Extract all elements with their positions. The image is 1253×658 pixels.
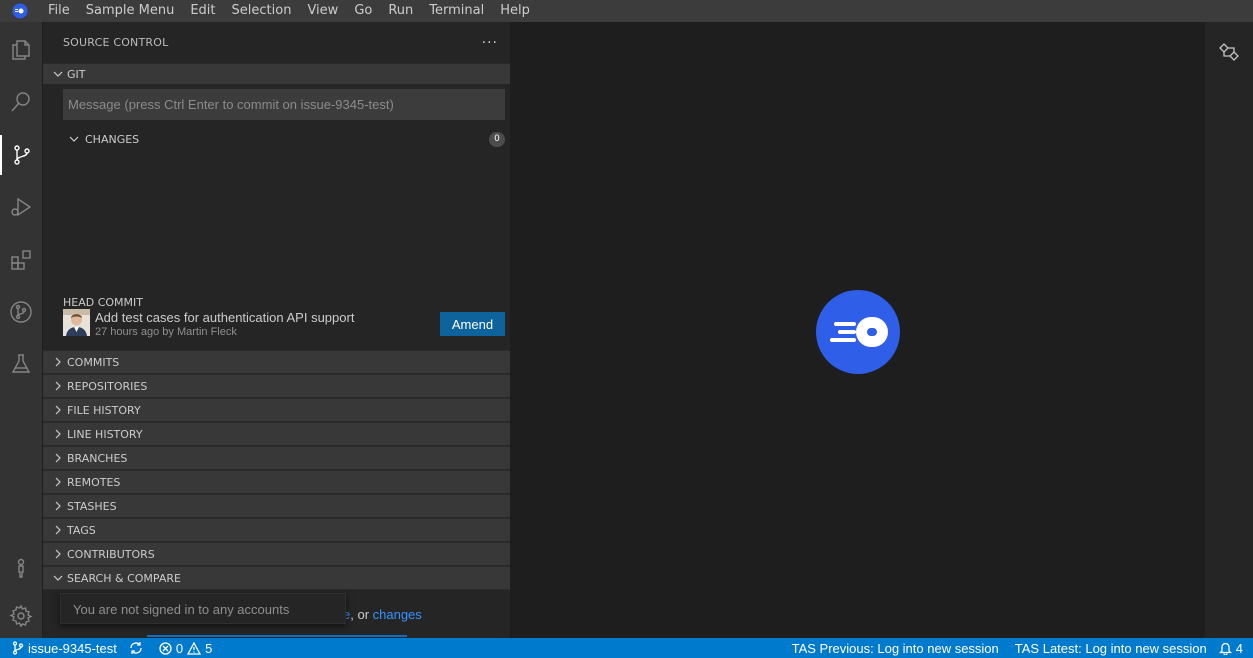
search-icon[interactable] [0,82,42,122]
changes-label: CHANGES [85,132,140,146]
chevron-right-icon [49,405,67,415]
section-label: BRANCHES [67,451,128,465]
warning-count: 5 [205,640,213,656]
chevron-down-icon [49,69,67,79]
activity-bar [0,22,42,638]
git-panel: CHANGES 0 HEAD COMMIT Add test cases for… [43,84,510,350]
explorer-icon[interactable] [0,30,42,70]
section-contributors[interactable]: CONTRIBUTORS [43,542,510,566]
section-line-history[interactable]: LINE HISTORY [43,422,510,446]
git-branch-icon [12,641,24,655]
gitlens-sections: COMMITS REPOSITORIES FILE HISTORY LINE H… [43,350,510,590]
section-branches[interactable]: BRANCHES [43,446,510,470]
sync-icon [130,642,142,654]
section-label: TAGS [67,523,96,537]
commit-message-input[interactable] [63,89,505,120]
chevron-down-icon [49,573,67,583]
progress-indicator [147,635,407,637]
editor-area [510,22,1205,638]
section-label: STASHES [67,499,117,513]
extensions-icon[interactable] [0,240,42,280]
menu-selection[interactable]: Selection [224,0,300,22]
section-git-label: GIT [67,67,86,81]
secondary-sidebar [1205,22,1253,638]
menu-view[interactable]: View [299,0,346,22]
section-search-compare[interactable]: SEARCH & COMPARE [43,566,510,590]
menu-sample[interactable]: Sample Menu [78,0,183,22]
status-right: TAS Previous: Log into new session TAS L… [786,638,1253,658]
chevron-right-icon [49,501,67,511]
menu-go[interactable]: Go [346,0,380,22]
chevron-right-icon [49,429,67,439]
chevron-down-icon [63,134,85,144]
search-compare-hint: e, or changes [343,607,422,622]
section-git[interactable]: GIT [43,63,510,84]
problems-status[interactable]: 0 5 [153,638,218,658]
menu-run[interactable]: Run [380,0,421,22]
status-bar: issue-9345-test 0 5 TAS Previous: Log in… [0,638,1253,658]
sidebar-title: SOURCE CONTROL [63,36,169,49]
notification-count: 4 [1235,640,1243,656]
error-count: 0 [175,640,184,656]
accounts-tooltip: You are not signed in to any accounts [60,593,346,624]
notifications-status[interactable]: 4 [1213,638,1253,658]
branch-status[interactable]: issue-9345-test [0,638,123,658]
run-debug-icon[interactable] [0,187,42,227]
settings-gear-icon[interactable] [0,596,42,636]
section-label: REMOTES [67,475,121,489]
menu-file[interactable]: File [40,0,78,22]
section-stashes[interactable]: STASHES [43,494,510,518]
branch-name: issue-9345-test [28,640,117,656]
head-commit-meta: 27 hours ago by Martin Fleck [95,326,237,338]
section-label: SEARCH & COMPARE [67,571,181,585]
bell-icon [1218,642,1232,655]
app-logo-icon [0,0,40,22]
section-label: REPOSITORIES [67,379,148,393]
head-commit-label: HEAD COMMIT [63,296,143,309]
section-commits[interactable]: COMMITS [43,350,510,374]
head-commit-message: Add test cases for authentication API su… [95,310,355,325]
search-compare-body: e, or changes You are not signed in to a… [43,590,510,638]
chevron-right-icon [49,381,67,391]
section-label: CONTRIBUTORS [67,547,155,561]
tas-previous-status[interactable]: TAS Previous: Log into new session [786,638,1005,658]
section-file-history[interactable]: FILE HISTORY [43,398,510,422]
section-repositories[interactable]: REPOSITORIES [43,374,510,398]
chevron-right-icon [49,477,67,487]
chevron-right-icon [49,453,67,463]
section-remotes[interactable]: REMOTES [43,470,510,494]
menu-terminal[interactable]: Terminal [421,0,492,22]
author-avatar [63,309,90,336]
accounts-icon[interactable] [0,548,42,588]
changes-link[interactable]: changes [373,607,422,622]
more-actions-button[interactable]: ··· [482,35,498,51]
chevron-right-icon [49,549,67,559]
section-label: LINE HISTORY [67,427,143,441]
sidebar-header: SOURCE CONTROL ··· [43,22,510,63]
tas-latest-status[interactable]: TAS Latest: Log into new session [1009,638,1213,658]
menu-help[interactable]: Help [492,0,538,22]
app-watermark-logo-icon [816,290,900,374]
search-hint-or: , or [350,607,373,622]
warning-icon [187,641,202,655]
chevron-right-icon [49,525,67,535]
source-control-icon[interactable] [0,135,42,175]
changes-count-badge: 0 [489,131,505,147]
menu-edit[interactable]: Edit [182,0,223,22]
source-control-sidebar: SOURCE CONTROL ··· GIT CHANGES 0 HEAD CO… [43,22,510,638]
changes-group[interactable]: CHANGES 0 [63,130,505,148]
section-label: COMMITS [67,355,120,369]
sync-status[interactable] [123,638,153,658]
section-label: FILE HISTORY [67,403,141,417]
section-tags[interactable]: TAGS [43,518,510,542]
chevron-right-icon [49,357,67,367]
testing-flask-icon[interactable] [0,344,42,384]
amend-button[interactable]: Amend [440,312,505,336]
git-graph-icon[interactable] [0,292,42,332]
error-icon [159,641,172,655]
outline-tree-icon[interactable] [1217,40,1241,64]
menu-bar: File Sample Menu Edit Selection View Go … [0,0,1253,22]
